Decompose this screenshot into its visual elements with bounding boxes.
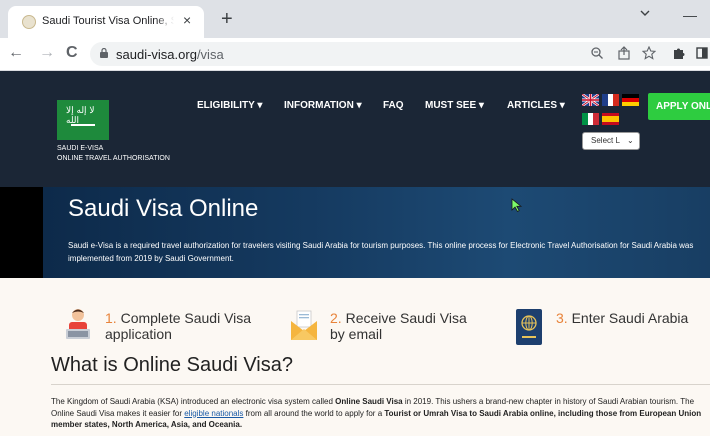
step-1-line2: application (105, 326, 172, 342)
tab-search-chevron-icon[interactable] (639, 7, 651, 19)
person-laptop-icon (66, 309, 90, 339)
germany-flag-icon[interactable] (622, 94, 639, 106)
site-favicon-icon (22, 15, 36, 29)
step-1-number: 1. (105, 310, 117, 326)
uk-flag-icon[interactable] (582, 94, 599, 106)
brand-name[interactable]: SAUDI E-VISA (57, 145, 103, 152)
site-header: لا إله إلا الله SAUDI E-VISA ONLINE TRAV… (0, 71, 710, 187)
passport-icon (516, 309, 542, 345)
hero-background: Saudi Visa Online Saudi e-Visa is a requ… (43, 187, 710, 278)
mouse-cursor-icon (511, 198, 523, 212)
lock-icon[interactable] (100, 48, 108, 58)
browser-toolbar: ← → C saudi-visa.org/visa (0, 38, 710, 71)
section-title: What is Online Saudi Visa? (51, 354, 293, 376)
nav-eligibility[interactable]: ELIGIBILITY ▾ (197, 100, 262, 111)
step-1-text: 1. Complete Saudi Visa application (105, 310, 251, 342)
reload-button[interactable]: C (66, 45, 78, 61)
step-1-line1: Complete Saudi Visa (120, 310, 252, 326)
brand-tagline[interactable]: ONLINE TRAVEL AUTHORISATION (57, 155, 170, 162)
nav-faq[interactable]: FAQ (383, 100, 404, 111)
nav-information[interactable]: INFORMATION ▾ (284, 100, 362, 111)
tab-close-button[interactable]: × (183, 12, 191, 28)
chevron-down-icon: ⌄ (627, 136, 634, 145)
zoom-icon[interactable] (590, 46, 604, 60)
browser-tab[interactable]: Saudi Tourist Visa Online, Saudi Visa × (8, 6, 204, 38)
side-panel-icon[interactable] (696, 46, 708, 60)
share-icon[interactable] (617, 46, 631, 60)
address-bar[interactable]: saudi-visa.org/visa (90, 42, 710, 66)
italy-flag-icon[interactable] (582, 113, 599, 125)
back-button[interactable]: ← (8, 45, 24, 61)
step-2-line2: by email (330, 326, 383, 342)
section-paragraph: The Kingdom of Saudi Arabia (KSA) introd… (51, 397, 702, 429)
step-2-text: 2. Receive Saudi Visa by email (330, 310, 467, 342)
forward-button[interactable]: → (39, 45, 55, 61)
url-text[interactable]: saudi-visa.org/visa (116, 47, 224, 62)
extensions-puzzle-icon[interactable] (672, 46, 686, 60)
envelope-icon (291, 310, 317, 340)
step-3-text: 3. Enter Saudi Arabia (556, 310, 688, 326)
saudi-flag-logo[interactable]: لا إله إلا الله (57, 100, 109, 140)
spain-flag-icon[interactable] (602, 113, 619, 125)
nav-articles[interactable]: ARTICLES ▾ (507, 100, 565, 111)
language-select-value: Select L (591, 136, 620, 145)
logo-script-text: لا إله إلا الله (66, 106, 95, 126)
hero-banner: Saudi Visa Online Saudi e-Visa is a requ… (0, 187, 710, 278)
browser-tab-strip: Saudi Tourist Visa Online, Saudi Visa × … (0, 0, 710, 38)
france-flag-icon[interactable] (602, 94, 619, 106)
step-3-line1: Enter Saudi Arabia (571, 310, 689, 326)
tab-title: Saudi Tourist Visa Online, Saudi Visa (42, 15, 174, 27)
window-minimize-button[interactable]: — (683, 7, 697, 23)
section-divider (51, 384, 710, 385)
apply-online-label: APPLY ONLINE (656, 101, 710, 112)
apply-online-button[interactable]: APPLY ONLINE (648, 93, 710, 120)
hero-description: Saudi e-Visa is a required travel author… (68, 241, 694, 263)
step-3-number: 3. (556, 310, 568, 326)
sword-icon (71, 124, 95, 126)
hero-title: Saudi Visa Online (68, 195, 259, 222)
language-select[interactable]: Select L ⌄ (582, 132, 640, 150)
new-tab-button[interactable]: + (221, 9, 233, 29)
step-2-line1: Receive Saudi Visa (345, 310, 467, 326)
step-2-number: 2. (330, 310, 342, 326)
bookmark-star-icon[interactable] (642, 46, 656, 60)
eligible-nationals-link[interactable]: eligible nationals (184, 409, 243, 418)
nav-must-see[interactable]: MUST SEE ▾ (425, 100, 484, 111)
